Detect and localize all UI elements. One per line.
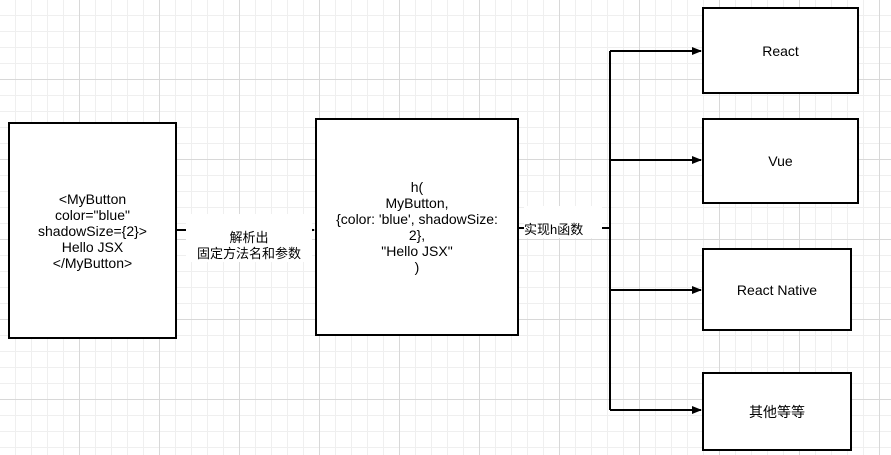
- others-node[interactable]: 其他等等: [702, 372, 852, 451]
- implement-edge-label: 实现h函数: [524, 206, 602, 238]
- react-node[interactable]: React: [702, 7, 859, 94]
- jsx-source-node[interactable]: <MyButton color="blue" shadowSize={2}> H…: [8, 122, 177, 339]
- react-native-node[interactable]: React Native: [702, 248, 852, 331]
- h-call-node[interactable]: h( MyButton, {color: 'blue', shadowSize:…: [315, 118, 519, 336]
- h-call-text: h( MyButton, {color: 'blue', shadowSize:…: [336, 179, 498, 275]
- vue-node[interactable]: Vue: [702, 118, 859, 204]
- jsx-source-text: <MyButton color="blue" shadowSize={2}> H…: [38, 190, 147, 271]
- parse-edge-label: 解析出 固定方法名和参数: [186, 214, 312, 262]
